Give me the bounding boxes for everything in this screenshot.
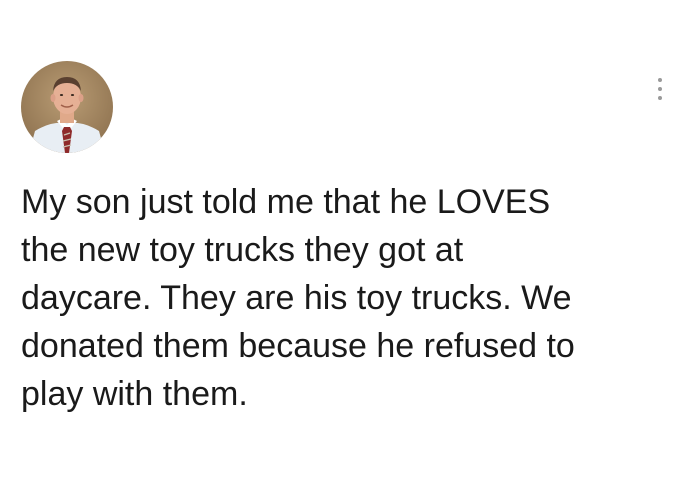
more-vertical-icon <box>658 78 662 82</box>
more-options-button[interactable] <box>650 74 670 104</box>
post-card: My son just told me that he LOVES the ne… <box>0 0 700 481</box>
more-vertical-icon-dot <box>658 96 662 100</box>
post-body-text: My son just told me that he LOVES the ne… <box>21 183 575 413</box>
more-vertical-icon-dot <box>658 87 662 91</box>
avatar[interactable] <box>21 61 113 153</box>
profile-photo-icon <box>21 61 113 153</box>
